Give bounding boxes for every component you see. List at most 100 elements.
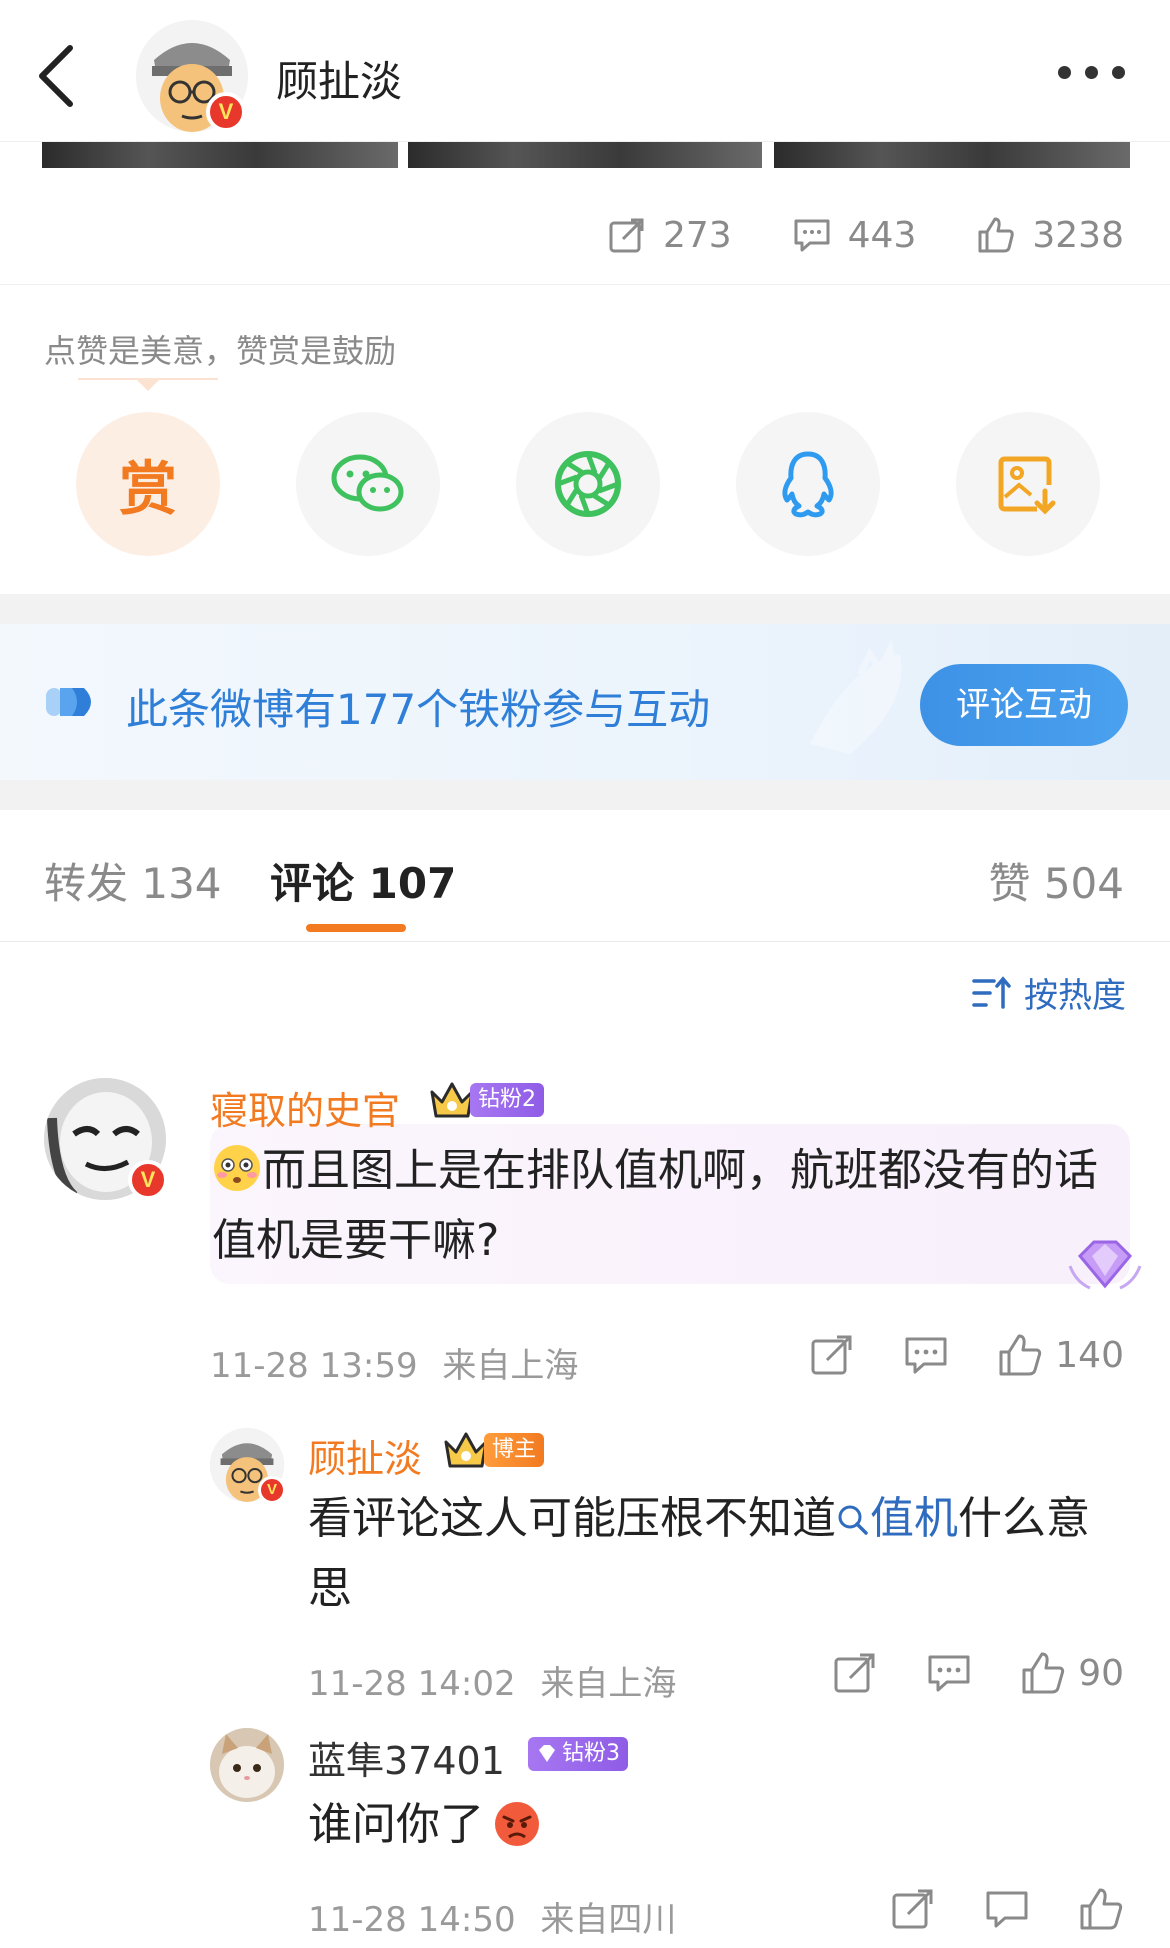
divider <box>0 284 1170 285</box>
repost-icon[interactable] <box>832 1650 878 1696</box>
post-image-2[interactable] <box>408 142 762 168</box>
repost-stat[interactable]: 273 <box>607 215 732 256</box>
verified-badge-icon: V <box>258 1476 286 1504</box>
comment-icon <box>794 219 830 252</box>
comment-text: 而且图上是在排队值机啊，航班都没有的话值机是要干嘛? <box>212 1136 1112 1276</box>
tab-bar: 转发 134 评论 107 赞 504 <box>0 810 1170 942</box>
reply-location: 来自四川 <box>540 1900 677 1940</box>
like-count: 3238 <box>1032 214 1124 256</box>
post-image-1[interactable] <box>42 142 398 168</box>
qq-share-button[interactable] <box>736 412 880 556</box>
like-icon <box>999 1334 1042 1376</box>
reply-meta: 11-28 14:02 来自上海 <box>308 1656 676 1705</box>
fan-badge-label: 钻粉2 <box>470 1083 544 1117</box>
wechat-icon <box>331 454 404 512</box>
like-icon <box>978 217 1015 253</box>
comment-count: 443 <box>847 214 917 256</box>
comment-stat[interactable]: 443 <box>792 214 917 256</box>
hint-caret-icon <box>78 378 218 391</box>
replier-name[interactable]: 顾扯淡 <box>308 1428 422 1483</box>
save-image-button[interactable] <box>956 412 1100 556</box>
reply-text: 谁问你了 <box>308 1790 1128 1860</box>
reply-time: 11-28 14:02 <box>308 1664 516 1704</box>
author-badge-label: 博主 <box>484 1433 545 1467</box>
comment-like-button[interactable]: 140 <box>997 1332 1124 1378</box>
more-options-icon[interactable] <box>1058 66 1148 86</box>
like-icon[interactable] <box>1078 1886 1124 1932</box>
flushed-face-icon <box>214 1145 260 1191</box>
comment-like-count: 140 <box>1055 1334 1124 1376</box>
verified-badge-icon: V <box>206 92 246 132</box>
topic-link[interactable]: 值机 <box>836 1493 958 1544</box>
search-icon <box>838 1505 868 1535</box>
reply-actions: 90 <box>832 1650 1124 1696</box>
comment-location: 来自上海 <box>442 1346 579 1386</box>
diamond-decoration-icon <box>1068 1240 1142 1290</box>
repost-icon <box>609 218 644 253</box>
wechat-share-button[interactable] <box>296 412 440 556</box>
tab-comment[interactable]: 评论 107 <box>270 850 456 911</box>
commenter-name[interactable]: 寝取的史官 <box>210 1080 400 1135</box>
repost-icon[interactable] <box>809 1332 855 1378</box>
qq-icon <box>782 451 834 518</box>
reply-text: 看评论这人可能压根不知道 值机什么意思 <box>308 1484 1128 1624</box>
fans-icon <box>46 688 91 716</box>
replier-avatar[interactable] <box>210 1728 284 1802</box>
sort-button[interactable]: 按热度 <box>972 968 1126 1017</box>
replier-name[interactable]: 蓝隼37401 <box>308 1730 505 1785</box>
fan-badge-label: 钻粉3 <box>528 1737 628 1771</box>
sort-icon <box>972 975 1011 1009</box>
reply-icon[interactable] <box>926 1650 972 1696</box>
fan-badge-text: 钻粉3 <box>562 1741 620 1766</box>
reply-icon[interactable] <box>903 1332 949 1378</box>
fans-banner-text: 此条微博有177个铁粉参与互动 <box>126 685 711 734</box>
angry-face-icon <box>495 1798 542 1846</box>
reply-like-button[interactable]: 90 <box>1020 1650 1124 1696</box>
top-bar: V 顾扯淡 <box>0 0 1170 142</box>
moments-share-button[interactable] <box>516 412 660 556</box>
crown-icon <box>430 1082 474 1118</box>
repost-icon[interactable] <box>890 1886 936 1932</box>
reply-like-count: 90 <box>1078 1652 1124 1694</box>
author-badge[interactable]: 博主 <box>442 1432 545 1468</box>
topic-link-text: 值机 <box>870 1493 958 1544</box>
reply-location: 来自上海 <box>540 1664 677 1704</box>
like-icon <box>1022 1652 1065 1694</box>
save-image-icon <box>998 456 1056 515</box>
author-name[interactable]: 顾扯淡 <box>276 48 402 109</box>
reward-button[interactable]: 赏 <box>76 412 220 556</box>
reply-icon[interactable] <box>984 1886 1030 1932</box>
tab-like[interactable]: 赞 504 <box>988 850 1124 911</box>
sort-label: 按热度 <box>1024 976 1126 1016</box>
banner-decoration-icon <box>810 639 902 754</box>
reward-hint: 点赞是美意，赞赏是鼓励 <box>44 332 397 370</box>
fan-badge[interactable]: 钻粉3 <box>528 1736 628 1772</box>
comment-text-body: 而且图上是在排队值机啊，航班都没有的话值机是要干嘛? <box>212 1145 1098 1266</box>
reply-text-body: 看评论这人可能压根不知道 <box>308 1493 836 1544</box>
fan-badge[interactable]: 钻粉2 <box>428 1082 544 1118</box>
moments-icon <box>555 451 621 517</box>
comment-meta: 11-28 13:59 来自上海 <box>210 1338 578 1387</box>
active-tab-indicator <box>306 924 406 932</box>
back-icon[interactable] <box>30 40 90 110</box>
section-separator <box>0 780 1170 810</box>
like-stat[interactable]: 3238 <box>976 215 1124 256</box>
repost-count: 273 <box>662 214 732 256</box>
reply-time: 11-28 14:50 <box>308 1900 516 1940</box>
comment-interact-button[interactable]: 评论互动 <box>920 664 1128 746</box>
verified-badge-icon: V <box>128 1160 168 1200</box>
share-row: 赏 <box>76 412 1100 556</box>
tab-repost[interactable]: 转发 134 <box>44 850 222 911</box>
reply-text-body: 谁问你了 <box>308 1799 484 1850</box>
comment-time: 11-28 13:59 <box>210 1346 418 1386</box>
crown-icon <box>444 1432 488 1468</box>
post-image-3[interactable] <box>774 142 1130 168</box>
post-image-strip[interactable] <box>0 142 1170 170</box>
reply-meta: 11-28 14:50 来自四川 <box>308 1892 676 1941</box>
section-separator <box>0 594 1170 624</box>
post-stats: 273 443 3238 <box>607 200 1124 270</box>
diamond-icon <box>539 1745 555 1762</box>
fans-interaction-banner: 此条微博有177个铁粉参与互动 评论互动 <box>0 624 1170 780</box>
comment-actions: 140 <box>809 1332 1124 1378</box>
reply-actions <box>890 1886 1124 1932</box>
